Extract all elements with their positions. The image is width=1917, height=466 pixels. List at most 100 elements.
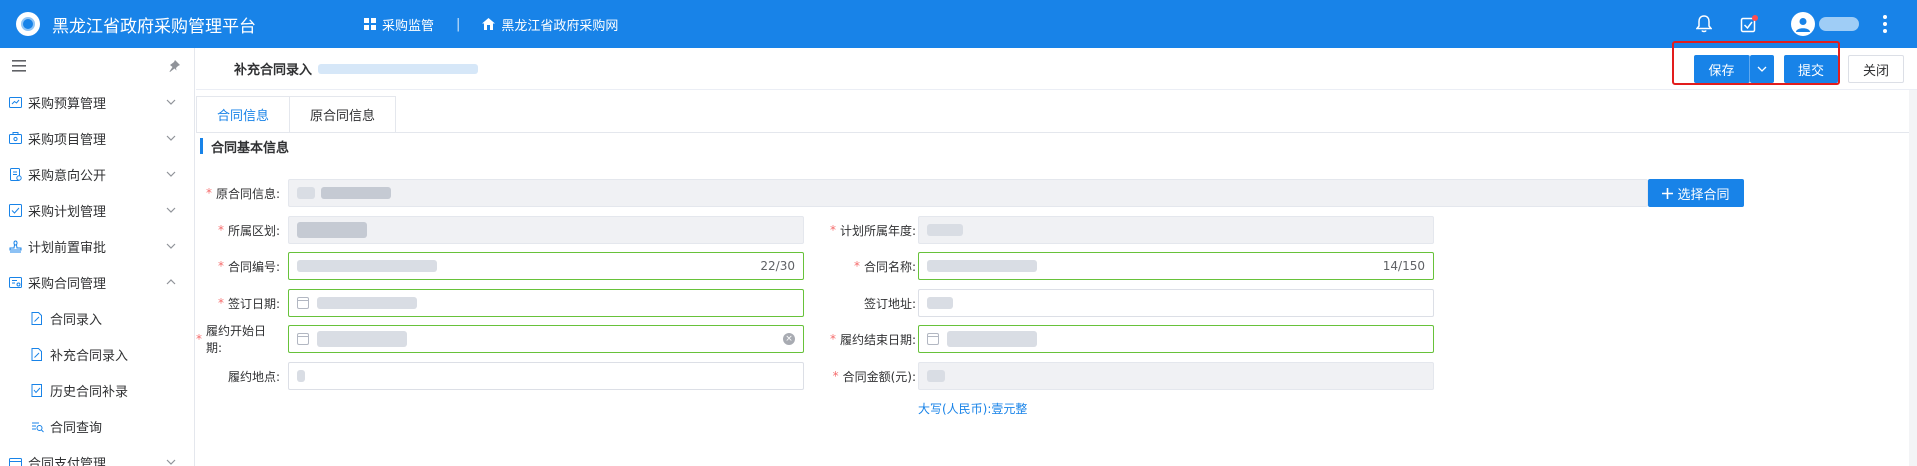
- sidebar-item-label: 合同支付管理: [28, 456, 107, 466]
- notification-dot: [1752, 15, 1758, 21]
- payment-icon: [8, 455, 22, 466]
- contract-name-label: * 合同名称:: [853, 259, 916, 274]
- top-nav: 采购监管 | 黑龙江省政府采购网: [364, 0, 618, 48]
- save-button[interactable]: 保存: [1694, 55, 1750, 83]
- nav-procurement-website[interactable]: 黑龙江省政府采购网: [482, 15, 618, 34]
- menu-icon[interactable]: [12, 60, 26, 72]
- chevron-down-icon: [166, 135, 176, 141]
- sidebar-item-label: 采购项目管理: [28, 132, 107, 148]
- sidebar-subitem-label: 补充合同录入: [50, 348, 129, 364]
- sidebar-subitem-label: 合同查询: [50, 420, 103, 436]
- sidebar-item-plan[interactable]: 采购计划管理: [0, 192, 194, 228]
- sidebar-item-project[interactable]: 采购项目管理: [0, 120, 194, 156]
- contract-icon: [8, 275, 22, 289]
- chevron-down-icon: [1757, 66, 1767, 72]
- page-header: 补充合同录入 保存 提交 关闭: [196, 41, 1917, 90]
- chevron-down-icon: [166, 459, 176, 465]
- amount-field: [918, 362, 1434, 390]
- doc-edit-icon: [30, 347, 44, 361]
- sidebar-item-payment[interactable]: 合同支付管理: [0, 444, 194, 466]
- end-date-label: * 履约结束日期:: [829, 332, 916, 347]
- chevron-down-icon: [166, 243, 176, 249]
- app-title: 黑龙江省政府采购管理平台: [52, 16, 256, 37]
- plus-icon: [1662, 187, 1674, 199]
- vertical-scrollbar[interactable]: [1909, 90, 1917, 466]
- contract-name-counter: 14/150: [1382, 259, 1425, 273]
- end-date-input[interactable]: [918, 325, 1434, 353]
- main-content: 补充合同录入 保存 提交 关闭 合同信息 原合同信息 合同基本信息 * 原合同信息…: [196, 41, 1917, 466]
- sidebar-item-pre-approval[interactable]: 计划前置审批: [0, 228, 194, 264]
- start-date-label: * 履约开始日期:: [196, 324, 267, 355]
- amount-label: * 合同金额(元):: [832, 369, 916, 384]
- sidebar-item-label: 采购计划管理: [28, 204, 107, 220]
- region-field: [288, 216, 804, 244]
- form-row-sign: * 签订日期: 签订地址:: [196, 289, 1909, 317]
- sidebar: 采购预算管理 采购项目管理 采购意向公开 采购计划管理 计划前置审批 采购合同管…: [0, 48, 195, 466]
- grid-icon: [364, 18, 376, 30]
- submit-button[interactable]: 提交: [1784, 55, 1838, 83]
- section-title: 合同基本信息: [200, 138, 289, 156]
- sidebar-subitem-supplement-entry[interactable]: 补充合同录入: [0, 336, 194, 372]
- perform-place-input[interactable]: [288, 362, 804, 390]
- plan-icon: [8, 203, 22, 217]
- save-dropdown-button[interactable]: [1750, 55, 1774, 83]
- nav-label: 采购监管: [382, 18, 435, 34]
- sidebar-item-intent[interactable]: 采购意向公开: [0, 156, 194, 192]
- original-contract-label: * 原合同信息:: [205, 186, 280, 201]
- sidebar-header: [0, 48, 194, 84]
- budget-icon: [8, 95, 22, 109]
- approval-icon: [8, 239, 22, 253]
- platform-logo-icon: [16, 12, 40, 36]
- doc-check-icon: [30, 383, 44, 397]
- perform-place-label: 履约地点:: [227, 369, 280, 384]
- calendar-icon: [297, 297, 309, 309]
- project-icon: [8, 131, 22, 145]
- task-icon[interactable]: [1737, 13, 1759, 35]
- doc-edit-icon: [30, 311, 44, 325]
- sign-place-label: 签订地址:: [863, 296, 916, 311]
- sidebar-subitem-query[interactable]: 合同查询: [0, 408, 194, 444]
- close-button[interactable]: 关闭: [1848, 55, 1904, 83]
- clear-icon[interactable]: ×: [783, 333, 795, 345]
- top-bar: 黑龙江省政府采购管理平台 采购监管 | 黑龙江省政府采购网: [0, 0, 1917, 48]
- more-vertical-icon[interactable]: [1883, 15, 1887, 33]
- nav-procurement-supervision[interactable]: 采购监管: [364, 15, 434, 34]
- nav-label: 黑龙江省政府采购网: [501, 18, 619, 34]
- plan-year-label: * 计划所属年度:: [829, 223, 916, 238]
- form-row-region: * 所属区划: * 计划所属年度:: [196, 216, 1909, 244]
- calendar-icon: [927, 333, 939, 345]
- form-row-perform-dates: * 履约开始日期: × * 履约结束日期:: [196, 324, 1909, 355]
- pin-icon[interactable]: [168, 60, 180, 72]
- bell-icon[interactable]: [1693, 13, 1715, 35]
- section-accent-bar: [200, 138, 203, 154]
- contract-no-input[interactable]: 22/30: [288, 252, 804, 280]
- sign-place-input[interactable]: [918, 289, 1434, 317]
- user-name-blurred[interactable]: [1819, 17, 1859, 31]
- sidebar-item-budget[interactable]: 采购预算管理: [0, 84, 194, 120]
- sidebar-item-label: 采购预算管理: [28, 96, 107, 112]
- chevron-down-icon: [166, 171, 176, 177]
- select-contract-button[interactable]: 选择合同: [1648, 179, 1744, 207]
- form-row-contract-no: * 合同编号: 22/30 * 合同名称: 14/150: [196, 252, 1909, 280]
- form-row-original-contract: * 原合同信息: 选择合同: [196, 179, 1909, 207]
- sidebar-item-label: 采购意向公开: [28, 168, 107, 184]
- contract-no-label: * 合同编号:: [217, 259, 280, 274]
- start-date-input[interactable]: ×: [288, 325, 804, 353]
- contract-name-input[interactable]: 14/150: [918, 252, 1434, 280]
- sidebar-item-label: 计划前置审批: [28, 240, 107, 256]
- tab-divider: [196, 132, 1909, 133]
- tab-contract-info[interactable]: 合同信息: [196, 96, 290, 132]
- sidebar-subitem-contract-entry[interactable]: 合同录入: [0, 300, 194, 336]
- sign-date-input[interactable]: [288, 289, 804, 317]
- nav-separator: |: [456, 16, 461, 32]
- user-avatar-icon[interactable]: [1791, 12, 1815, 36]
- sidebar-item-contract[interactable]: 采购合同管理: [0, 264, 194, 300]
- home-icon: [482, 18, 496, 30]
- tab-original-contract[interactable]: 原合同信息: [289, 96, 397, 132]
- sidebar-subitem-history[interactable]: 历史合同补录: [0, 372, 194, 408]
- chevron-up-icon: [166, 279, 176, 285]
- plan-year-field: [918, 216, 1434, 244]
- doc-search-icon: [30, 419, 44, 433]
- original-contract-field: [288, 179, 1648, 207]
- tab-bar: 合同信息 原合同信息: [196, 96, 397, 132]
